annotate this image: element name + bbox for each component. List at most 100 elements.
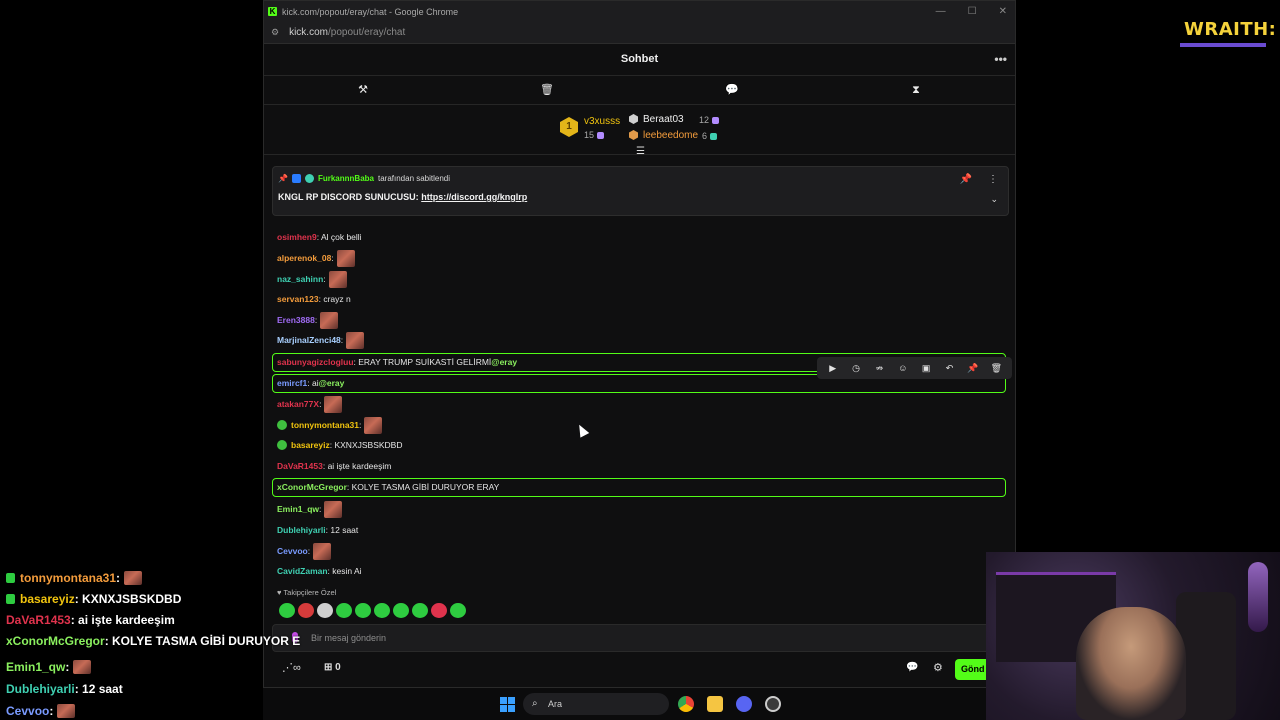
- chat-message[interactable]: servan123: crayz n: [277, 290, 351, 308]
- chat-username[interactable]: Eren3888: [277, 315, 315, 325]
- leaderboard-2-name[interactable]: Beraat03: [643, 114, 684, 125]
- minimize-icon[interactable]: —: [936, 6, 946, 17]
- leaderboard-3-name[interactable]: leebeedome: [643, 130, 698, 141]
- chat-message[interactable]: alperenok_08:: [277, 249, 355, 267]
- chat-username[interactable]: servan123: [277, 294, 319, 304]
- unpin-icon[interactable]: 📌: [960, 174, 972, 185]
- pinned-by-user[interactable]: FurkannnBaba: [318, 174, 374, 183]
- emote-icon[interactable]: [279, 603, 295, 618]
- chat-message[interactable]: sabunyagizclogluu: ERAY TRUMP SUİKASTİ G…: [277, 353, 517, 371]
- chat-username[interactable]: CavidZaman: [277, 566, 328, 576]
- play-icon[interactable]: ▶: [826, 363, 840, 374]
- overlay-message-text: : KOLYE TASMA GİBİ DURUYOR E: [104, 634, 301, 648]
- chat-username[interactable]: Cevvoo: [277, 546, 308, 556]
- chat-message[interactable]: emircf1: ai @eray: [277, 374, 344, 392]
- gear-icon[interactable]: ⚙: [933, 661, 943, 674]
- overlay-message-text: : KXNXJSBSKDBD: [74, 592, 182, 606]
- chat-message[interactable]: naz_sahinn:: [277, 270, 347, 288]
- taskbar: ⌕ Ara: [263, 688, 986, 720]
- overlay-message-text: :: [65, 660, 70, 674]
- chat-bubble-icon[interactable]: 💬: [724, 82, 740, 98]
- chat-message-text: : ERAY TRUMP SUİKASTİ GELİRMİ: [353, 357, 492, 367]
- emote-icon[interactable]: [355, 603, 371, 618]
- chat-username[interactable]: emircf1: [277, 378, 307, 388]
- address-bar[interactable]: ⚙ kick.com/popout/eray/chat: [264, 22, 1015, 44]
- chat-username[interactable]: naz_sahinn: [277, 274, 323, 284]
- infinite-points-icon[interactable]: ⋰∞: [282, 661, 301, 674]
- clock-icon[interactable]: ◷: [849, 363, 863, 374]
- chat-message[interactable]: xConorMcGregor: KOLYE TASMA GİBİ DURUYOR…: [277, 478, 499, 496]
- emote-icon[interactable]: [317, 603, 333, 618]
- chat-username[interactable]: sabunyagizclogluu: [277, 357, 354, 367]
- emote-icon[interactable]: [431, 603, 447, 618]
- discord-link[interactable]: https://discord.gg/knglrp: [421, 192, 527, 202]
- points-balance[interactable]: ⊞ 0: [324, 662, 341, 673]
- chat-username[interactable]: DaVaR1453: [277, 461, 323, 471]
- discord-icon[interactable]: [736, 696, 752, 712]
- chrome-icon[interactable]: [678, 696, 694, 712]
- chat-message[interactable]: CavidZaman: kesin Ai: [277, 562, 362, 580]
- kick-logo-icon: K: [268, 7, 277, 16]
- taskbar-search[interactable]: ⌕ Ara: [523, 693, 669, 715]
- scroll-to-bottom-icon[interactable]: ☰: [635, 147, 646, 157]
- trash-icon[interactable]: 🗑: [539, 82, 555, 98]
- site-settings-icon[interactable]: ⚙: [271, 27, 279, 38]
- chat-username[interactable]: MarjinalZenci48: [277, 335, 341, 345]
- hourglass-icon[interactable]: ⧗: [908, 82, 924, 98]
- chat-message[interactable]: Eren3888:: [277, 311, 339, 329]
- message-input[interactable]: Bir mesaj gönderin: [272, 624, 1009, 652]
- chat-mention[interactable]: @eray: [319, 378, 345, 388]
- app-icon[interactable]: [765, 696, 781, 712]
- windows-start-icon[interactable]: [500, 697, 515, 712]
- chat-message-text: :: [331, 253, 334, 263]
- chat-username[interactable]: Dublehiyarli: [277, 525, 326, 535]
- bronze-badge-icon: [629, 130, 638, 140]
- emote-icon[interactable]: [298, 603, 314, 618]
- chat-username[interactable]: basareyiz: [291, 440, 330, 450]
- chat-username[interactable]: tonnymontana31: [291, 420, 359, 430]
- slow-mode-icon[interactable]: ⇏: [872, 363, 886, 374]
- chat-message[interactable]: basareyiz: KXNXJSBSKDBD: [277, 436, 403, 454]
- pin-icon[interactable]: 📌: [966, 363, 980, 374]
- emote-icon[interactable]: ☺: [896, 363, 910, 373]
- chat-username[interactable]: xConorMcGregor: [277, 482, 347, 492]
- chat-username[interactable]: atakan77X: [277, 399, 319, 409]
- chat-username[interactable]: Emin1_qw: [277, 504, 319, 514]
- chat-message[interactable]: DaVaR1453: ai işte kardeeşim: [277, 457, 391, 475]
- file-explorer-icon[interactable]: [707, 696, 723, 712]
- emote-icon[interactable]: [412, 603, 428, 618]
- chevron-down-icon[interactable]: ⌄: [990, 194, 998, 205]
- chat-bubble-icon[interactable]: 💬: [906, 662, 918, 673]
- chat-title: Sohbet: [620, 53, 659, 65]
- subscriber-badge-icon: [277, 440, 287, 450]
- emote-icon: [320, 311, 339, 329]
- message-action-bar: ▶ ◷ ⇏ ☺ ▣ ↶ 📌 🗑: [817, 357, 1012, 379]
- chat-message[interactable]: tonnymontana31:: [277, 416, 383, 434]
- pinned-message[interactable]: 📌 FurkannnBaba tarafından sabitlendi KNG…: [272, 166, 1009, 216]
- chat-message-text: : KOLYE TASMA GİBİ DURUYOR ERAY: [346, 482, 500, 492]
- maximize-icon[interactable]: ☐: [968, 6, 977, 17]
- chat-message[interactable]: Emin1_qw:: [277, 500, 343, 518]
- pinned-more-icon[interactable]: ⋮: [988, 174, 998, 185]
- chat-message[interactable]: Cevvoo:: [277, 542, 332, 560]
- chat-mention[interactable]: @eray: [491, 357, 517, 367]
- emote-icon[interactable]: [336, 603, 352, 618]
- url-path: /popout/eray/chat: [327, 27, 406, 38]
- chat-username[interactable]: osimhen9: [277, 232, 317, 242]
- emote-icon[interactable]: [450, 603, 466, 618]
- chat-message[interactable]: atakan77X:: [277, 395, 343, 413]
- more-options-icon[interactable]: •••: [994, 44, 1007, 75]
- leaderboard-top-name[interactable]: v3xusss: [584, 116, 620, 127]
- emote-icon[interactable]: [393, 603, 409, 618]
- chat-message[interactable]: Dublehiyarli: 12 saat: [277, 521, 358, 539]
- emote-icon[interactable]: [374, 603, 390, 618]
- close-icon[interactable]: ✕: [999, 6, 1007, 17]
- wraith-logo: WRAITH:: [1176, 14, 1276, 47]
- chat-message[interactable]: osimhen9: Al çok belli: [277, 228, 362, 246]
- undo-icon[interactable]: ↶: [943, 363, 957, 374]
- chat-message[interactable]: MarjinalZenci48:: [277, 331, 365, 349]
- delete-icon[interactable]: 🗑: [989, 363, 1003, 374]
- hammer-icon[interactable]: ⚒: [355, 82, 371, 98]
- copy-icon[interactable]: ▣: [919, 363, 933, 374]
- chat-username[interactable]: alperenok_08: [277, 253, 331, 263]
